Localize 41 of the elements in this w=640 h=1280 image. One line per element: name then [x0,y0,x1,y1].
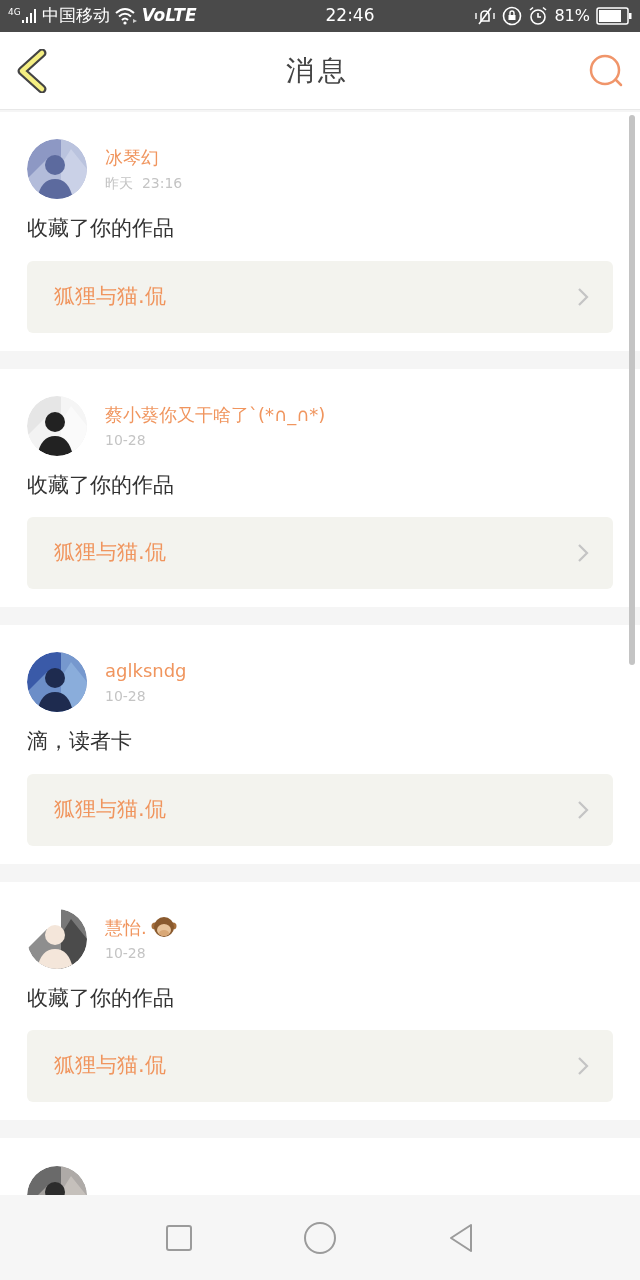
work-link[interactable]: 狐狸与猫.侃 [27,517,613,589]
work-link[interactable]: 狐狸与猫.侃 [27,773,613,846]
battery-percent: 81% [554,5,590,27]
chevron-right-icon [577,286,589,307]
clock-time: 22:46 [324,4,376,28]
carrier-name: 中国移动 [41,4,110,28]
home-icon[interactable] [303,1220,337,1255]
rotation-lock-icon [502,6,523,26]
timestamp: 10-28 [105,687,147,706]
back-icon[interactable] [447,1221,475,1254]
work-link[interactable]: 狐狸与猫.侃 [27,260,613,333]
page-title: 消息 [286,52,350,89]
muted-bell-icon [474,6,497,26]
work-title: 狐狸与猫.侃 [54,539,166,567]
monkey-face-icon [150,914,177,940]
wifi-icon [113,7,138,25]
user-name[interactable]: 慧怡. [105,913,147,941]
user-name[interactable]: 蔡小葵你又干啥了`(*∩_∩*) [105,400,326,428]
network-type: 4G [8,8,21,17]
chevron-right-icon [577,799,589,820]
recent-apps-icon[interactable] [165,1223,193,1252]
work-link[interactable]: 狐狸与猫.侃 [27,1030,613,1102]
user-name[interactable]: 冰琴幻 [105,144,159,171]
message-text: 收藏了你的作品 [27,984,175,1012]
alarm-icon [528,6,549,26]
timestamp: 昨天 23:16 [105,174,183,193]
message-text: 滴，读者卡 [27,728,133,755]
search-icon[interactable] [588,52,624,89]
work-title: 狐狸与猫.侃 [54,795,166,823]
message-text: 收藏了你的作品 [27,471,175,499]
message-text: 收藏了你的作品 [27,215,175,242]
user-name[interactable]: aglksndg [105,657,187,684]
timestamp: 10-28 [105,430,147,450]
battery-icon [596,7,632,25]
chevron-right-icon [577,1056,589,1076]
volte-label: VoLTE [141,4,197,28]
work-title: 狐狸与猫.侃 [54,1052,166,1080]
timestamp: 10-28 [105,943,147,963]
chevron-right-icon [577,543,589,563]
work-title: 狐狸与猫.侃 [54,282,166,310]
signal-icon [21,8,38,24]
